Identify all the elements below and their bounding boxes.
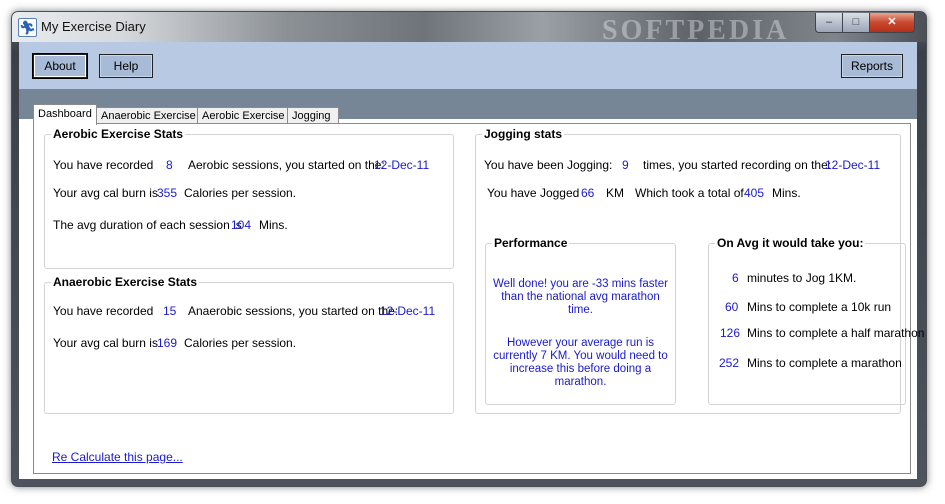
aerobic-stats-title: Aerobic Exercise Stats — [51, 127, 186, 141]
anaerobic-recorded-label: You have recorded — [53, 304, 154, 318]
app-runner-icon: 🏃︎ — [18, 18, 37, 37]
jogging-times-suffix: times, you started recording on the: — [643, 158, 832, 172]
jogging-took-label: Which took a total of — [635, 186, 744, 200]
aerobic-cal-value: 355 — [157, 186, 178, 200]
jogging-mins-unit: Mins. — [772, 186, 801, 200]
jogging-km-value: 66 — [581, 186, 595, 200]
anaerobic-recorded-suffix: Anaerobic sessions, you started on the: — [188, 304, 399, 318]
aerobic-recorded-label: You have recorded — [53, 158, 154, 172]
on-avg-label: Mins to complete a 10k run — [747, 300, 892, 314]
aerobic-stats-group: Aerobic Exercise Stats You have recorded… — [44, 127, 454, 269]
on-avg-value: 252 — [719, 356, 740, 370]
dashboard-panel: Aerobic Exercise Stats You have recorded… — [33, 123, 924, 474]
on-avg-group: On Avg it would take you: 6 minutes to J… — [708, 236, 924, 405]
anaerobic-cal-value: 169 — [157, 336, 178, 350]
app-window: 🏃︎ My Exercise Diary SOFTPEDIA – □ ✕ Abo… — [11, 11, 927, 487]
on-avg-value: 126 — [720, 326, 741, 340]
about-button[interactable]: About — [32, 53, 88, 79]
jogging-times-value: 9 — [622, 158, 629, 172]
aerobic-recorded-suffix: Aerobic sessions, you started on the: — [188, 158, 385, 172]
on-avg-label: minutes to Jog 1KM. — [747, 271, 857, 285]
jogging-km-unit: KM — [606, 186, 624, 200]
on-avg-label: Mins to complete a marathon — [747, 356, 902, 370]
window-title: My Exercise Diary — [41, 19, 146, 34]
anaerobic-cal-suffix: Calories per session. — [184, 336, 297, 350]
tab-dashboard[interactable]: Dashboard — [33, 104, 97, 125]
on-avg-title: On Avg it would take you: — [715, 236, 866, 250]
jogging-times-label: You have been Jogging: — [484, 158, 613, 172]
minimize-button[interactable]: – — [815, 13, 843, 33]
jogging-stats-title: Jogging stats — [482, 127, 565, 141]
aerobic-start-date: 12-Dec-11 — [374, 158, 430, 172]
on-avg-label: Mins to complete a half marathon — [747, 326, 925, 340]
tab-aerobic-exercise[interactable]: Aerobic Exercise — [197, 107, 288, 124]
performance-message-increase: However your average run is currently 7 … — [493, 337, 668, 388]
performance-message-faster: Well done! you are -33 mins faster than … — [493, 278, 668, 316]
aerobic-duration-label: The avg duration of each session is — [53, 218, 242, 232]
jogging-total-mins: 405 — [744, 186, 765, 200]
maximize-button[interactable]: □ — [842, 13, 870, 33]
help-button[interactable]: Help — [99, 54, 153, 78]
aerobic-sessions-value: 8 — [166, 158, 173, 172]
close-button[interactable]: ✕ — [869, 13, 915, 33]
reports-button[interactable]: Reports — [841, 54, 903, 78]
recalculate-link[interactable]: Re Calculate this page... — [52, 450, 183, 464]
anaerobic-sessions-value: 15 — [163, 304, 177, 318]
aerobic-duration-value: 104 — [231, 218, 252, 232]
on-avg-value: 60 — [725, 300, 739, 314]
jogging-stats-group: Jogging stats You have been Jogging: 9 t… — [475, 127, 924, 414]
anaerobic-stats-title: Anaerobic Exercise Stats — [51, 275, 200, 289]
title-bar: 🏃︎ My Exercise Diary SOFTPEDIA – □ ✕ — [12, 12, 926, 46]
anaerobic-start-date: 12-Dec-11 — [380, 304, 436, 318]
tab-anaerobic-exercise[interactable]: Anaerobic Exercise — [96, 107, 198, 124]
aerobic-cal-suffix: Calories per session. — [184, 186, 297, 200]
on-avg-value: 6 — [732, 271, 739, 285]
client-area: About Help Reports Dashboard Anaerobic E… — [19, 42, 924, 479]
toolbar: About Help Reports — [19, 42, 917, 89]
jogging-start-date: 12-Dec-11 — [825, 158, 881, 172]
anaerobic-cal-label: Your avg cal burn is — [53, 336, 158, 350]
anaerobic-stats-group: Anaerobic Exercise Stats You have record… — [44, 275, 454, 414]
jogging-km-label: You have Jogged — [487, 186, 580, 200]
aerobic-duration-suffix: Mins. — [259, 218, 288, 232]
performance-title: Performance — [492, 236, 570, 250]
aerobic-cal-label: Your avg cal burn is — [53, 186, 158, 200]
performance-group: Performance Well done! you are -33 mins … — [485, 236, 676, 405]
tab-jogging[interactable]: Jogging — [287, 107, 339, 124]
